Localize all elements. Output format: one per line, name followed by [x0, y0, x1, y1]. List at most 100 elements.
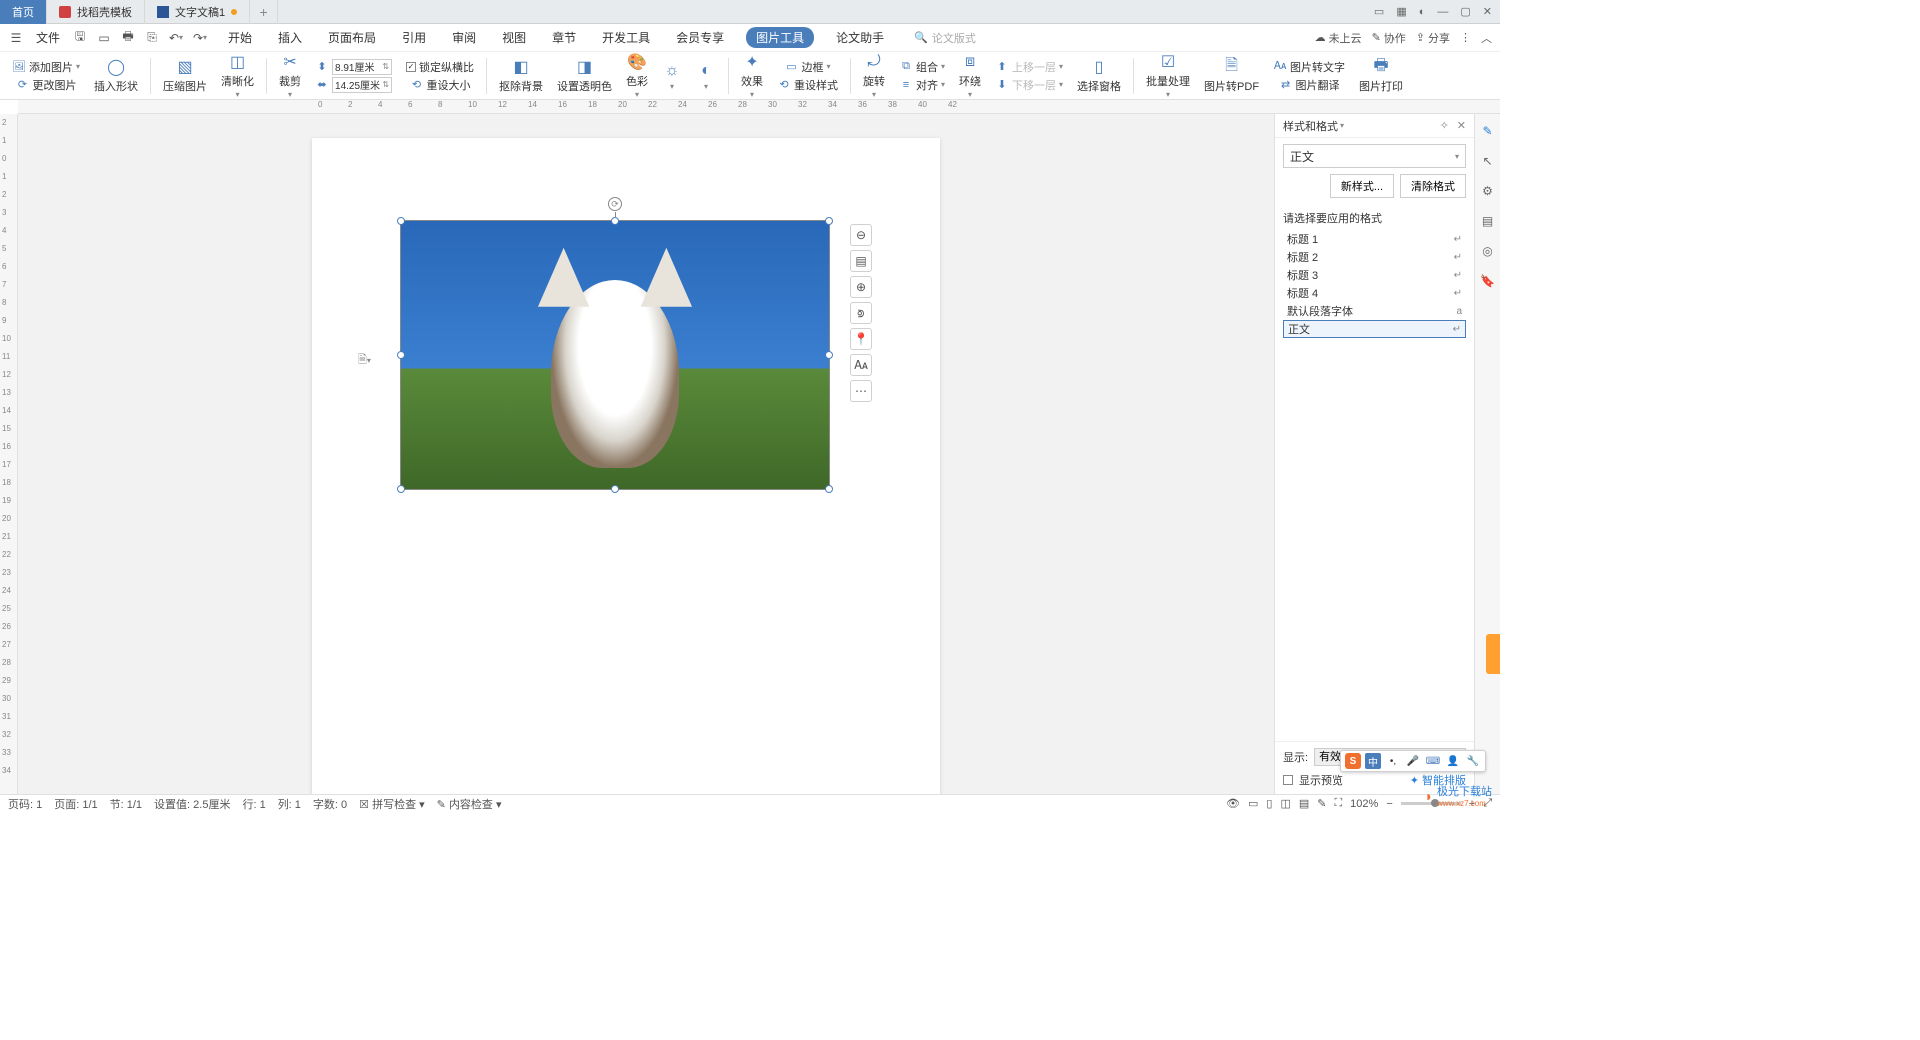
page[interactable]: ⟳	[312, 138, 940, 794]
reset-size-button[interactable]: ⟲重设大小	[410, 77, 471, 93]
rotate-button[interactable]: ⤾旋转▾	[859, 52, 889, 99]
feedback-tab[interactable]	[1486, 634, 1500, 674]
view-outline-icon[interactable]: ▤	[1299, 797, 1309, 810]
print-preview-icon[interactable]: ▭	[96, 30, 112, 46]
float-ocr[interactable]: 🗛	[850, 354, 872, 376]
select-pane-button[interactable]: ▯选择窗格	[1073, 57, 1125, 94]
side-layers-icon[interactable]: ▤	[1479, 212, 1497, 230]
grid-icon[interactable]: ▦	[1396, 5, 1406, 18]
side-tag-icon[interactable]: 🔖	[1479, 272, 1497, 290]
tab-document[interactable]: 文字文稿1	[145, 0, 250, 24]
collab-button[interactable]: ✎ 协作	[1372, 30, 1406, 46]
zoom-out-button[interactable]: −	[1386, 798, 1392, 810]
compress-button[interactable]: ▧压缩图片	[159, 57, 211, 94]
minimize-button[interactable]: —	[1437, 6, 1448, 18]
current-style-select[interactable]: 正文▾	[1283, 144, 1466, 168]
float-zoom-in[interactable]: ⊕	[850, 276, 872, 298]
height-field[interactable]: ⬍8.91厘米⇅	[315, 59, 392, 75]
tab-thesis[interactable]: 论文助手	[832, 27, 888, 48]
print-image-button[interactable]: 🖶图片打印	[1355, 57, 1407, 94]
undo-icon[interactable]: ↶▾	[168, 30, 184, 46]
width-field[interactable]: ⬌14.25厘米⇅	[315, 77, 392, 93]
tab-picture-tools[interactable]: 图片工具	[746, 27, 814, 48]
more-icon[interactable]: ⋮	[1460, 31, 1471, 44]
to-pdf-button[interactable]: 🗎图片转PDF	[1200, 57, 1263, 94]
tab-reference[interactable]: 引用	[398, 27, 430, 48]
view-page-icon[interactable]: ▯	[1266, 797, 1272, 810]
status-content-check[interactable]: ✎ 内容检查 ▾	[437, 796, 502, 812]
panel-pin-icon[interactable]: ✧	[1440, 119, 1449, 132]
resize-handle-bm[interactable]	[611, 485, 619, 493]
ime-lang-icon[interactable]: 中	[1365, 753, 1381, 769]
status-page-num[interactable]: 页码: 1	[8, 796, 42, 812]
view-read-icon[interactable]: ▭	[1248, 797, 1258, 810]
tab-start[interactable]: 开始	[224, 27, 256, 48]
status-chars[interactable]: 字数: 0	[313, 796, 347, 812]
ime-toolbar[interactable]: S 中 •, 🎤 ⌨ 👤 🔧	[1340, 750, 1486, 772]
status-row[interactable]: 行: 1	[242, 796, 265, 812]
crop-button[interactable]: ✂裁剪▾	[275, 52, 305, 99]
change-image-button[interactable]: ⟳更改图片	[16, 77, 77, 93]
float-zoom-out[interactable]: ⊖	[850, 224, 872, 246]
export-icon[interactable]: ⎘	[144, 30, 160, 46]
fit-icon[interactable]: ⛶	[1334, 797, 1342, 810]
brightness-button[interactable]: ☼▾	[658, 61, 686, 91]
tab-section[interactable]: 章节	[548, 27, 580, 48]
resize-handle-rm[interactable]	[825, 351, 833, 359]
print-icon[interactable]: 🖶	[120, 30, 136, 46]
panel-close-icon[interactable]: ✕	[1457, 119, 1466, 132]
save-icon[interactable]: 🖫	[72, 30, 88, 46]
maximize-button[interactable]: ▢	[1460, 5, 1470, 18]
style-item[interactable]: 默认段落字体a	[1283, 302, 1466, 320]
align-button[interactable]: ≡对齐▾	[899, 77, 945, 93]
float-more[interactable]: ⋯	[850, 380, 872, 402]
translate-button[interactable]: ⇄图片翻译	[1279, 77, 1340, 93]
file-menu[interactable]: 文件	[32, 27, 64, 48]
rotate-handle[interactable]: ⟳	[608, 197, 622, 211]
tab-dev[interactable]: 开发工具	[598, 27, 654, 48]
resize-handle-tr[interactable]	[825, 217, 833, 225]
move-up-button[interactable]: ⬆上移一层▾	[995, 59, 1063, 75]
zoom-value[interactable]: 102%	[1350, 798, 1378, 810]
preview-checkbox[interactable]	[1283, 775, 1293, 785]
tab-new[interactable]: +	[250, 0, 278, 24]
insert-shape-button[interactable]: ◯插入形状	[90, 57, 142, 94]
side-settings-icon[interactable]: ⚙	[1479, 182, 1497, 200]
view-web-icon[interactable]: ◫	[1280, 797, 1290, 810]
wrap-button[interactable]: ⧈环绕▾	[955, 52, 985, 99]
new-style-button[interactable]: 新样式...	[1330, 174, 1394, 198]
tab-review[interactable]: 审阅	[448, 27, 480, 48]
style-item[interactable]: 标题 2↵	[1283, 248, 1466, 266]
style-item[interactable]: 标题 1↵	[1283, 230, 1466, 248]
selected-image[interactable]: ⟳	[400, 220, 830, 490]
layout-icon[interactable]: ▭	[1374, 5, 1384, 18]
style-item[interactable]: 标题 4↵	[1283, 284, 1466, 302]
status-page-of[interactable]: 页面: 1/1	[54, 796, 97, 812]
ime-voice-icon[interactable]: 🎤	[1405, 753, 1421, 769]
ime-tool-icon[interactable]: 🔧	[1465, 753, 1481, 769]
ime-punct-icon[interactable]: •,	[1385, 753, 1401, 769]
cloud-status[interactable]: ☁ 未上云	[1315, 30, 1362, 46]
style-item-selected[interactable]: 正文↵	[1283, 320, 1466, 338]
tab-vip[interactable]: 会员专享	[672, 27, 728, 48]
redo-icon[interactable]: ↷▾	[192, 30, 208, 46]
resize-handle-lm[interactable]	[397, 351, 405, 359]
border-button[interactable]: ▭边框▾	[785, 59, 831, 75]
status-spellcheck[interactable]: ☒ 拼写检查 ▾	[359, 796, 425, 812]
layout-options-tag[interactable]: 🗎 ▾	[358, 352, 376, 368]
status-pos[interactable]: 设置值: 2.5厘米	[154, 796, 230, 812]
resize-handle-br[interactable]	[825, 485, 833, 493]
view-eye-icon[interactable]: 👁	[1226, 797, 1240, 810]
float-layout[interactable]: ▤	[850, 250, 872, 272]
sharpen-button[interactable]: ◫清晰化▾	[217, 52, 258, 99]
ime-skin-icon[interactable]: 👤	[1445, 753, 1461, 769]
color-button[interactable]: 🎨色彩▾	[622, 52, 652, 99]
side-pencil-icon[interactable]: ✎	[1479, 122, 1497, 140]
resize-handle-tm[interactable]	[611, 217, 619, 225]
resize-handle-tl[interactable]	[397, 217, 405, 225]
clear-style-button[interactable]: 清除格式	[1400, 174, 1466, 198]
batch-button[interactable]: ☑批量处理▾	[1142, 52, 1194, 99]
remove-bg-button[interactable]: ◧抠除背景	[495, 57, 547, 94]
group-button[interactable]: ⧉组合▾	[899, 59, 945, 75]
lock-ratio-check[interactable]: ✓锁定纵横比	[406, 59, 474, 75]
